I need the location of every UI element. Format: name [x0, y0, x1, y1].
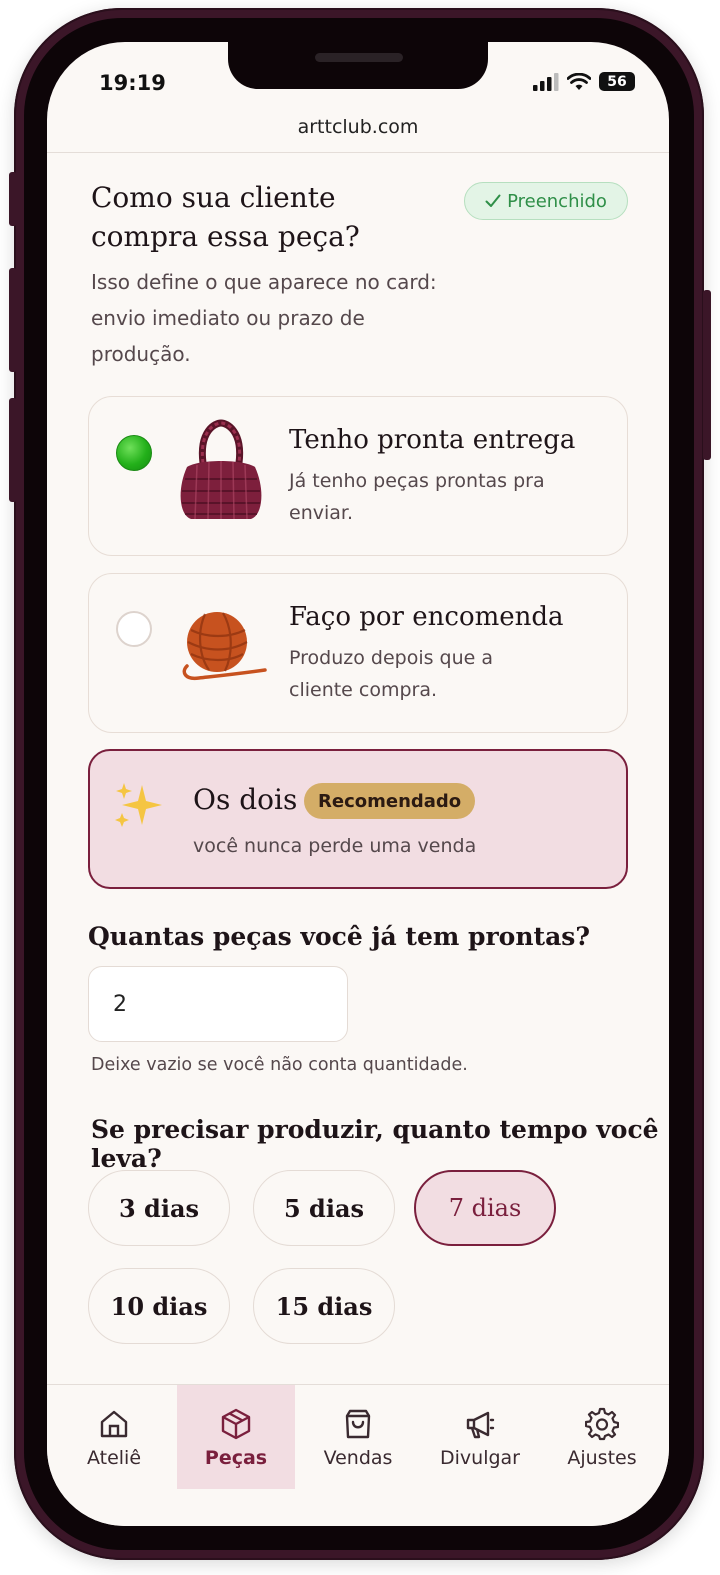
- option-subtitle: Já tenho peças prontas pra enviar.: [289, 470, 545, 524]
- notch: [228, 42, 488, 89]
- box-icon: [221, 1408, 251, 1440]
- quantity-hint: Deixe vazio se você não conta quantidade…: [91, 1055, 468, 1075]
- status-time: 19:19: [99, 71, 166, 95]
- question-title: Como sua cliente compra essa peça?: [91, 181, 360, 253]
- gear-icon: [585, 1407, 619, 1441]
- radio-unselected[interactable]: [116, 611, 152, 647]
- status-badge: Preenchido: [464, 182, 628, 220]
- phone-screen: 19:19 56 arttclub.com Como sua cliente c…: [47, 42, 669, 1526]
- shopping-bag-icon: [345, 1409, 371, 1439]
- browser-url[interactable]: arttclub.com: [47, 116, 669, 138]
- chip-7-dias-selected[interactable]: 7 dias: [414, 1170, 556, 1246]
- tab-ajustes[interactable]: Ajustes: [543, 1385, 661, 1489]
- cellular-signal-icon: [533, 72, 559, 91]
- option-title: Faço por encomenda: [289, 602, 564, 632]
- chip-15-dias[interactable]: 15 dias: [253, 1268, 395, 1344]
- radio-selected[interactable]: [116, 435, 152, 471]
- option-both[interactable]: Os dois Recomendado você nunca perde uma…: [88, 749, 628, 889]
- tab-atelie[interactable]: Ateliê: [55, 1385, 173, 1489]
- chip-5-dias[interactable]: 5 dias: [253, 1170, 395, 1246]
- tab-vendas[interactable]: Vendas: [299, 1385, 417, 1489]
- quantity-label: Quantas peças você já tem prontas?: [88, 922, 591, 951]
- option-title: Os dois: [193, 783, 298, 816]
- option-title: Tenho pronta entrega: [289, 425, 576, 455]
- tab-label: Ajustes: [567, 1447, 637, 1469]
- tab-divulgar[interactable]: Divulgar: [421, 1385, 539, 1489]
- power-button: [703, 290, 711, 460]
- status-icons: 56: [533, 72, 635, 91]
- status-badge-label: Preenchido: [507, 190, 607, 212]
- quantity-input[interactable]: [88, 966, 348, 1042]
- tab-pecas[interactable]: Peças: [177, 1385, 295, 1489]
- tab-label: Ateliê: [86, 1447, 142, 1469]
- handbag-icon: [180, 419, 262, 520]
- home-icon: [100, 1410, 128, 1438]
- sparkles-icon: [115, 783, 162, 827]
- notch-speaker: [315, 53, 403, 62]
- tab-label: Peças: [204, 1447, 268, 1469]
- option-made-to-order[interactable]: Faço por encomenda Produzo depois que a …: [88, 573, 628, 733]
- option-subtitle: Produzo depois que a cliente compra.: [289, 647, 494, 701]
- divider: [47, 152, 669, 153]
- megaphone-icon: [466, 1411, 495, 1439]
- tab-label: Divulgar: [440, 1447, 520, 1469]
- tab-label: Vendas: [323, 1447, 393, 1469]
- battery-icon: 56: [599, 72, 635, 91]
- volume-up-button: [9, 268, 17, 372]
- question-description: Isso define o que aparece no card: envio…: [91, 270, 437, 366]
- production-time-label: Se precisar produzir, quanto tempo você …: [91, 1115, 659, 1173]
- bottom-tab-bar: Ateliê Peças Vendas Divulgar Ajustes: [47, 1384, 669, 1526]
- mute-switch: [9, 172, 17, 226]
- volume-down-button: [9, 398, 17, 502]
- recommended-badge: Recomendado: [304, 783, 476, 819]
- checkmark-icon: [485, 194, 501, 207]
- chip-3-dias[interactable]: 3 dias: [88, 1170, 230, 1246]
- wifi-icon: [567, 72, 591, 90]
- option-subtitle: você nunca perde uma venda: [193, 835, 477, 857]
- chip-10-dias[interactable]: 10 dias: [88, 1268, 230, 1344]
- yarn-ball-icon: [182, 612, 267, 681]
- option-ready-stock[interactable]: Tenho pronta entrega Já tenho peças pron…: [88, 396, 628, 556]
